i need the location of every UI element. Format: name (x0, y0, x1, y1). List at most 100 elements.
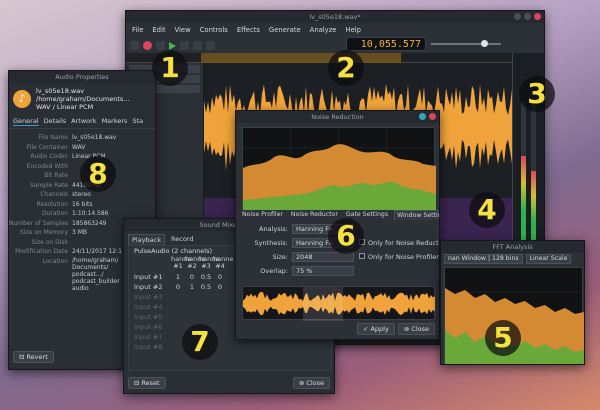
properties-tabs: General Details Artwork Markers Sta (9, 115, 155, 129)
help-icon[interactable] (419, 113, 426, 120)
mixer-footer: ⊟ Reset ⊗ Close (128, 377, 330, 389)
fft-window-combo[interactable]: nan Window | 128 bins (444, 254, 523, 264)
mixer-input-label: Input #7 (134, 333, 163, 341)
property-row: File Name lv_s05e18.wav (9, 133, 155, 143)
maximize-icon[interactable] (524, 13, 531, 20)
property-key: Resolution (36, 200, 68, 208)
noise-titlebar[interactable]: Noise Reduction (236, 111, 439, 123)
menu-view[interactable]: View (175, 26, 191, 34)
tab-artwork[interactable]: Artwork (71, 117, 96, 126)
property-key: Modification Date (15, 248, 68, 255)
mixer-cell[interactable]: 0.5 (199, 282, 213, 292)
mixer-cell[interactable]: 0 (213, 272, 227, 282)
property-row: Resolution 16 bits (9, 200, 155, 210)
mixer-cell[interactable]: 0 (185, 272, 199, 282)
menu-help[interactable]: Help (345, 26, 361, 34)
timeline-selection[interactable] (201, 53, 401, 63)
menu-file[interactable]: File (132, 26, 143, 34)
close-icon: ⊗ (298, 379, 305, 387)
fft-titlebar[interactable]: FFT Analysis (441, 241, 584, 253)
record-icon[interactable] (143, 41, 152, 50)
property-value: stereo (72, 191, 91, 198)
size-label: Size: (272, 253, 288, 261)
main-window-title: lv_s05e18.wav* (309, 13, 361, 21)
play-icon[interactable] (169, 41, 176, 50)
property-key: Location (42, 257, 68, 265)
col-header: hanne #2 (185, 255, 206, 270)
reset-button[interactable]: ⊟ Reset (128, 377, 166, 389)
property-row: Channels stereo (9, 190, 155, 200)
overlap-row: Overlap: 75 % (240, 266, 354, 276)
overlap-combo[interactable]: 75 % (292, 266, 354, 276)
close-icon[interactable] (534, 13, 541, 20)
property-key: Size on Memory (19, 229, 68, 236)
tab-window-settings[interactable]: Window Settings (394, 210, 439, 220)
callout-1: 1 (152, 50, 188, 86)
stop-icon[interactable] (180, 41, 189, 50)
property-value: WAV (72, 143, 86, 151)
window-controls (514, 13, 541, 20)
new-file-icon[interactable] (130, 41, 139, 50)
mixer-cell[interactable]: 0 (213, 282, 227, 292)
menu-effects[interactable]: Effects (237, 26, 260, 34)
close-icon: ⊗ (403, 325, 410, 333)
mixer-input-label: Input #8 (134, 343, 163, 351)
tab-markers[interactable]: Markers (102, 117, 128, 126)
tab-sta[interactable]: Sta (132, 117, 143, 126)
callout-5: 5 (485, 320, 521, 356)
mixer-input-label: Input #2 (134, 283, 163, 291)
fft-toolbar: nan Window | 128 bins Linear Scale (441, 253, 584, 265)
mixer-input-label: Input #1 (134, 273, 163, 281)
revert-label: Revert (26, 353, 48, 361)
analysis-label: Analysis: (259, 225, 288, 233)
main-titlebar[interactable]: lv_s05e18.wav* (126, 11, 544, 23)
properties-titlebar[interactable]: Audio Properties (9, 71, 155, 83)
property-value: 16 bits (72, 200, 93, 208)
loop-icon[interactable] (206, 41, 215, 50)
mixer-input-label: Input #4 (134, 303, 163, 311)
size-row: Size: 2048 Only for Noise Profiler (240, 252, 439, 262)
fft-title: FFT Analysis (492, 243, 533, 251)
menu-edit[interactable]: Edit (152, 26, 165, 34)
time-display: 10,055.577 (346, 37, 426, 51)
menu-analyze[interactable]: Analyze (310, 26, 337, 34)
menu-controls[interactable]: Controls (200, 26, 228, 34)
size-checkbox[interactable] (359, 253, 365, 259)
mixer-cell[interactable]: 0.5 (199, 272, 213, 282)
mixer-cell[interactable]: 0 (171, 282, 185, 292)
volume-slider-track[interactable] (431, 43, 501, 45)
property-value: 3 MB (72, 229, 88, 236)
preview-waveform[interactable] (242, 286, 435, 321)
property-key: Encoded With (26, 162, 68, 170)
mixer-input-label: Input #3 (134, 293, 163, 301)
reset-icon: ⊟ (134, 379, 140, 387)
synthesis-label: Synthesis: (254, 239, 288, 247)
reset-label: Reset (141, 379, 160, 387)
minimize-icon[interactable] (514, 13, 521, 20)
mixer-close-label: Close (306, 379, 324, 387)
property-value: 185863249 (72, 219, 107, 227)
mixer-close-button[interactable]: ⊗ Close (292, 377, 330, 389)
properties-footer: ⊟ Revert (13, 351, 54, 363)
close-icon[interactable] (429, 113, 436, 120)
mixer-header-spacer (129, 256, 171, 272)
apply-button[interactable]: ✓ Apply (357, 323, 395, 335)
tab-noise-reductor[interactable]: Noise Reductor (289, 210, 340, 220)
volume-slider-knob[interactable] (481, 40, 488, 47)
rewind-icon[interactable] (156, 41, 165, 50)
property-key: Channels (40, 191, 68, 198)
tab-general[interactable]: General (13, 117, 39, 126)
revert-button[interactable]: ⊟ Revert (13, 351, 54, 363)
size-note: Only for Noise Profiler (359, 253, 439, 261)
col-header: hanne #4 (213, 255, 234, 270)
tab-details[interactable]: Details (44, 117, 67, 126)
fft-scale-combo[interactable]: Linear Scale (525, 254, 572, 264)
mixer-cell[interactable]: 1 (185, 282, 199, 292)
forward-icon[interactable] (193, 41, 202, 50)
noise-close-button[interactable]: ⊗ Close (397, 323, 435, 335)
synthesis-note-text: Only for Noise Reductor (368, 239, 440, 247)
mixer-cell[interactable]: 1 (171, 272, 185, 282)
noise-footer: ✓ Apply ⊗ Close (357, 323, 435, 335)
tab-noise-profiler[interactable]: Noise Profiler (240, 210, 285, 220)
menu-generate[interactable]: Generate (269, 26, 301, 34)
